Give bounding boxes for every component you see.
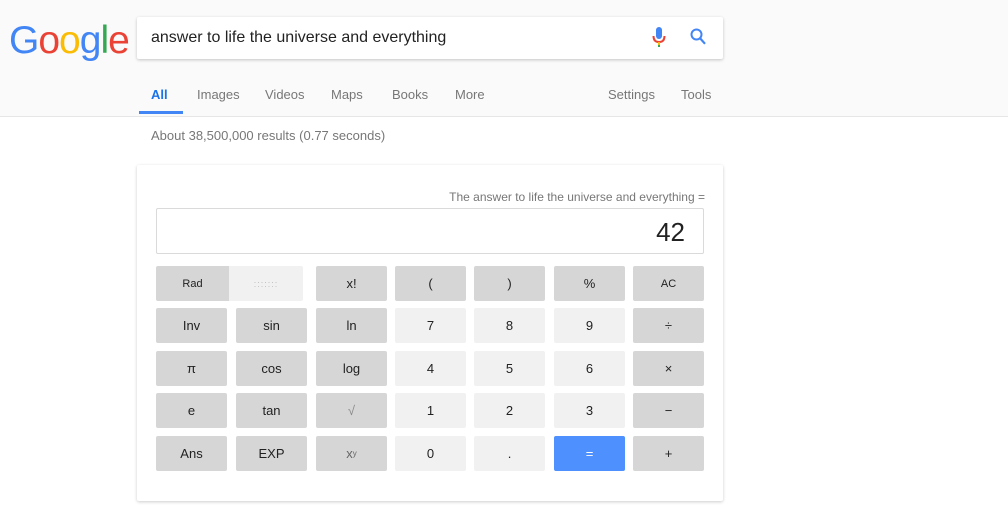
right-paren-button[interactable]: )	[474, 266, 545, 301]
tan-button[interactable]: tan	[236, 393, 307, 428]
pi-button[interactable]: π	[156, 351, 227, 386]
google-logo[interactable]: Google	[9, 19, 130, 63]
all-clear-button[interactable]: AC	[633, 266, 704, 301]
active-tab-indicator	[139, 111, 183, 114]
log-button[interactable]: log	[316, 351, 387, 386]
minus-button[interactable]: −	[633, 393, 704, 428]
search-input[interactable]: answer to life the universe and everythi…	[151, 29, 446, 47]
tab-more[interactable]: More	[455, 87, 485, 102]
search-icon[interactable]	[690, 28, 706, 50]
tab-tools[interactable]: Tools	[681, 87, 711, 102]
digit-5-button[interactable]: 5	[474, 351, 545, 386]
result-stats: About 38,500,000 results (0.77 seconds)	[151, 128, 386, 143]
digit-7-button[interactable]: 7	[395, 308, 466, 343]
power-button[interactable]: xy	[316, 436, 387, 471]
factorial-button[interactable]: x!	[316, 266, 387, 301]
digit-9-button[interactable]: 9	[554, 308, 625, 343]
equals-button[interactable]: =	[554, 436, 625, 471]
digit-4-button[interactable]: 4	[395, 351, 466, 386]
search-tabs: All Images Videos Maps Books More Settin…	[0, 84, 1008, 116]
header: Google answer to life the universe and e…	[0, 0, 1008, 117]
logo-letter: o	[38, 19, 60, 62]
left-paren-button[interactable]: (	[395, 266, 466, 301]
tab-maps[interactable]: Maps	[331, 87, 363, 102]
decimal-point-button[interactable]: .	[474, 436, 545, 471]
plus-button[interactable]: +	[633, 436, 704, 471]
tab-all[interactable]: All	[151, 87, 168, 102]
euler-button[interactable]: e	[156, 393, 227, 428]
search-box[interactable]: answer to life the universe and everythi…	[137, 17, 723, 59]
digit-0-button[interactable]: 0	[395, 436, 466, 471]
answer-button[interactable]: Ans	[156, 436, 227, 471]
exponent-button[interactable]: EXP	[236, 436, 307, 471]
power-exponent-label: y	[352, 449, 357, 458]
logo-letter: g	[79, 19, 102, 62]
logo-letter: G	[9, 19, 39, 62]
multiply-button[interactable]: ×	[633, 351, 704, 386]
deg-button[interactable]: :::::::	[229, 266, 303, 301]
rad-button[interactable]: Rad	[156, 266, 229, 301]
tab-videos[interactable]: Videos	[265, 87, 305, 102]
percent-button[interactable]: %	[554, 266, 625, 301]
calculator-expression: The answer to life the universe and ever…	[449, 190, 705, 204]
tab-settings[interactable]: Settings	[608, 87, 655, 102]
microphone-icon[interactable]	[652, 27, 666, 52]
digit-3-button[interactable]: 3	[554, 393, 625, 428]
calculator-display: 42	[156, 208, 704, 254]
ln-button[interactable]: ln	[316, 308, 387, 343]
logo-letter: l	[100, 19, 109, 62]
logo-letter: e	[108, 19, 130, 62]
cos-button[interactable]: cos	[236, 351, 307, 386]
tab-books[interactable]: Books	[392, 87, 428, 102]
calculator-result: 42	[656, 217, 685, 247]
sqrt-button[interactable]: √	[316, 393, 387, 428]
calculator-card: The answer to life the universe and ever…	[137, 165, 723, 501]
digit-1-button[interactable]: 1	[395, 393, 466, 428]
logo-letter: o	[59, 19, 81, 62]
inverse-button[interactable]: Inv	[156, 308, 227, 343]
digit-8-button[interactable]: 8	[474, 308, 545, 343]
digit-6-button[interactable]: 6	[554, 351, 625, 386]
divide-button[interactable]: ÷	[633, 308, 704, 343]
sin-button[interactable]: sin	[236, 308, 307, 343]
digit-2-button[interactable]: 2	[474, 393, 545, 428]
tab-images[interactable]: Images	[197, 87, 240, 102]
